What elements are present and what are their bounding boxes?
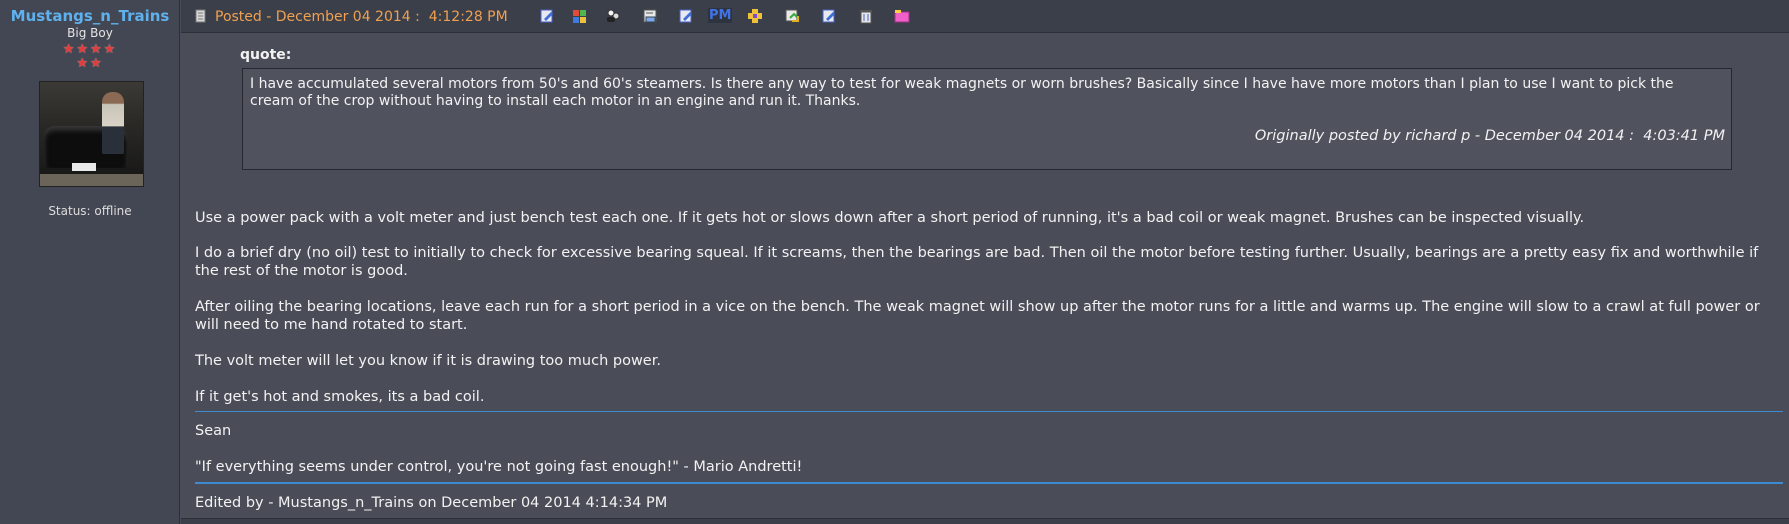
post-footer-bar [181, 518, 1789, 524]
rank-stars: ★★★★ ★★ [55, 42, 125, 70]
avatar-ground [40, 174, 143, 186]
post-header: Posted - December 04 2014 : 4:12:28 PM P… [181, 0, 1789, 33]
edit-post-icon[interactable] [821, 8, 837, 24]
edit-icon[interactable] [678, 8, 694, 24]
author-rank: Big Boy [67, 26, 113, 40]
body-paragraph-2: I do a brief dry (no oil) test to initia… [195, 245, 1759, 279]
quote-label: quote: [240, 47, 292, 63]
posted-date: Posted - December 04 2014 : 4:12:28 PM [215, 9, 508, 25]
body-paragraph-1: Use a power pack with a volt meter and j… [195, 210, 1585, 226]
body-paragraph-3: After oiling the bearing locations, leav… [195, 299, 1760, 333]
body-paragraph-4: The volt meter will let you know if it i… [195, 353, 661, 369]
author-status: Status: offline [48, 204, 132, 218]
avatar-person [102, 92, 124, 154]
author-panel: Mustangs_n_Trains Big Boy ★★★★ ★★ Status… [0, 0, 180, 524]
homepage-icon[interactable] [572, 8, 588, 24]
edited-separator [195, 482, 1783, 484]
buddy-icon[interactable] [605, 8, 621, 24]
pm-icon[interactable]: PM [708, 8, 733, 23]
signature-separator [195, 411, 1783, 412]
folder-icon[interactable] [894, 8, 910, 24]
profile-icon[interactable] [539, 8, 555, 24]
quote-icon[interactable] [747, 8, 763, 24]
quote-text: I have accumulated several motors from 5… [250, 76, 1674, 109]
avatar-plate [72, 163, 96, 171]
post-document-icon [195, 9, 206, 23]
post-content: Posted - December 04 2014 : 4:12:28 PM P… [181, 0, 1789, 524]
rank-stars-row2: ★★ [76, 55, 104, 70]
delete-icon[interactable] [858, 8, 874, 24]
edited-note: Edited by - Mustangs_n_Trains on Decembe… [195, 495, 668, 511]
signature-quote: "If everything seems under control, you'… [195, 459, 803, 475]
author-username[interactable]: Mustangs_n_Trains [0, 7, 180, 25]
rank-stars-row1: ★★★★ [62, 41, 118, 56]
forum-post: Mustangs_n_Trains Big Boy ★★★★ ★★ Status… [0, 0, 1789, 524]
body-paragraph-5: If it get's hot and smokes, its a bad co… [195, 389, 485, 405]
signature-name: Sean [195, 423, 232, 439]
quote-box: I have accumulated several motors from 5… [242, 68, 1732, 170]
reply-icon[interactable] [784, 8, 800, 24]
quote-attribution: Originally posted by richard p - Decembe… [1254, 128, 1725, 144]
avatar [39, 81, 144, 187]
email-icon[interactable] [642, 8, 658, 24]
